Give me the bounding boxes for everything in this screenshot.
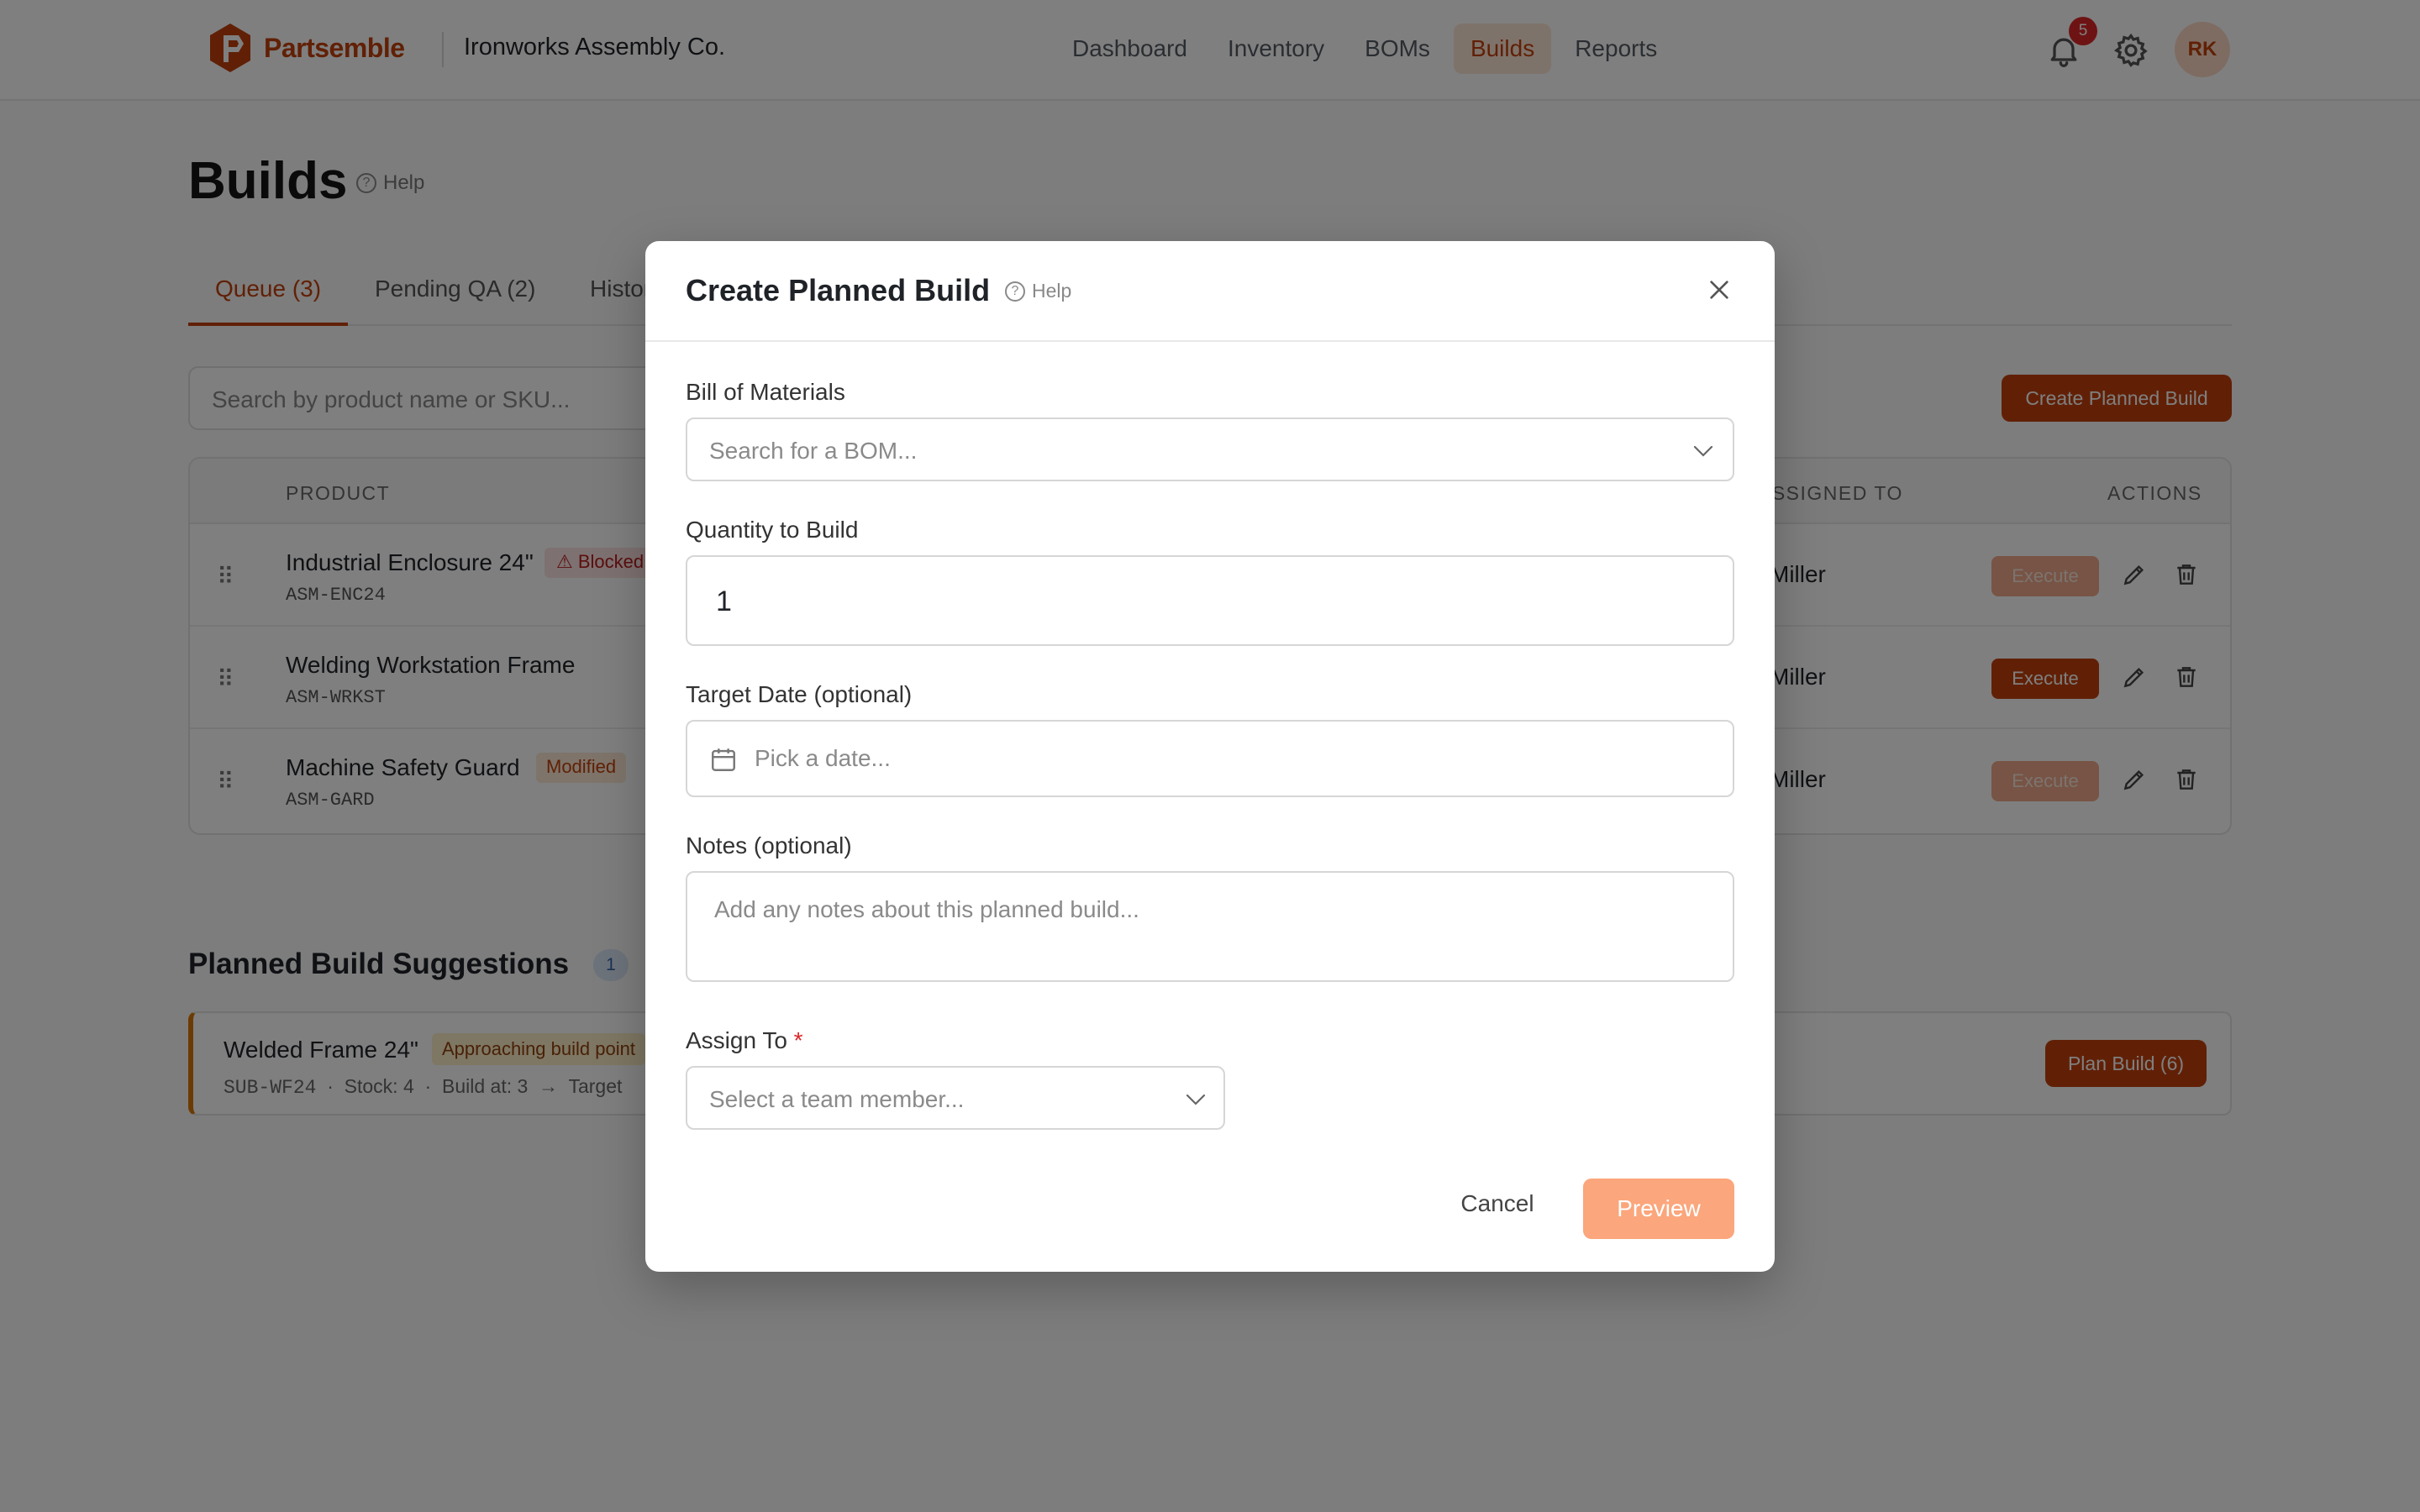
- bom-select[interactable]: Search for a BOM...: [686, 417, 1734, 481]
- quantity-field[interactable]: 1: [686, 555, 1734, 646]
- required-marker: *: [793, 1027, 803, 1053]
- dialog-help-label: Help: [1032, 280, 1072, 302]
- assign-to-label-text: Assign To: [686, 1027, 787, 1053]
- chevron-down-icon: [1186, 1094, 1206, 1105]
- dialog-header: Create Planned Build ? Help: [645, 241, 1775, 342]
- quantity-value: 1: [716, 585, 732, 617]
- help-icon: ?: [1005, 281, 1025, 302]
- chevron-down-icon: [1693, 445, 1713, 457]
- bom-label: Bill of Materials: [686, 379, 845, 405]
- calendar-icon: [712, 748, 735, 771]
- close-icon[interactable]: [1706, 276, 1733, 303]
- preview-button[interactable]: Preview: [1583, 1179, 1734, 1239]
- notes-placeholder: Add any notes about this planned build..…: [714, 896, 1139, 922]
- create-planned-build-dialog: Create Planned Build ? Help Bill of Mate…: [645, 241, 1775, 1272]
- target-date-field[interactable]: Pick a date...: [686, 720, 1734, 797]
- dialog-title: Create Planned Build: [686, 273, 991, 307]
- dialog-help-link[interactable]: ? Help: [1005, 280, 1071, 302]
- notes-label: Notes (optional): [686, 832, 852, 858]
- cancel-button[interactable]: Cancel: [1435, 1179, 1560, 1229]
- target-date-label: Target Date (optional): [686, 681, 913, 707]
- assign-to-label: Assign To *: [686, 1027, 803, 1054]
- assign-to-placeholder: Select a team member...: [709, 1086, 965, 1112]
- assign-to-select[interactable]: Select a team member...: [686, 1066, 1225, 1130]
- bom-placeholder: Search for a BOM...: [709, 438, 918, 464]
- quantity-label: Quantity to Build: [686, 517, 859, 543]
- notes-textarea[interactable]: Add any notes about this planned build..…: [686, 871, 1734, 982]
- target-date-placeholder: Pick a date...: [755, 745, 891, 771]
